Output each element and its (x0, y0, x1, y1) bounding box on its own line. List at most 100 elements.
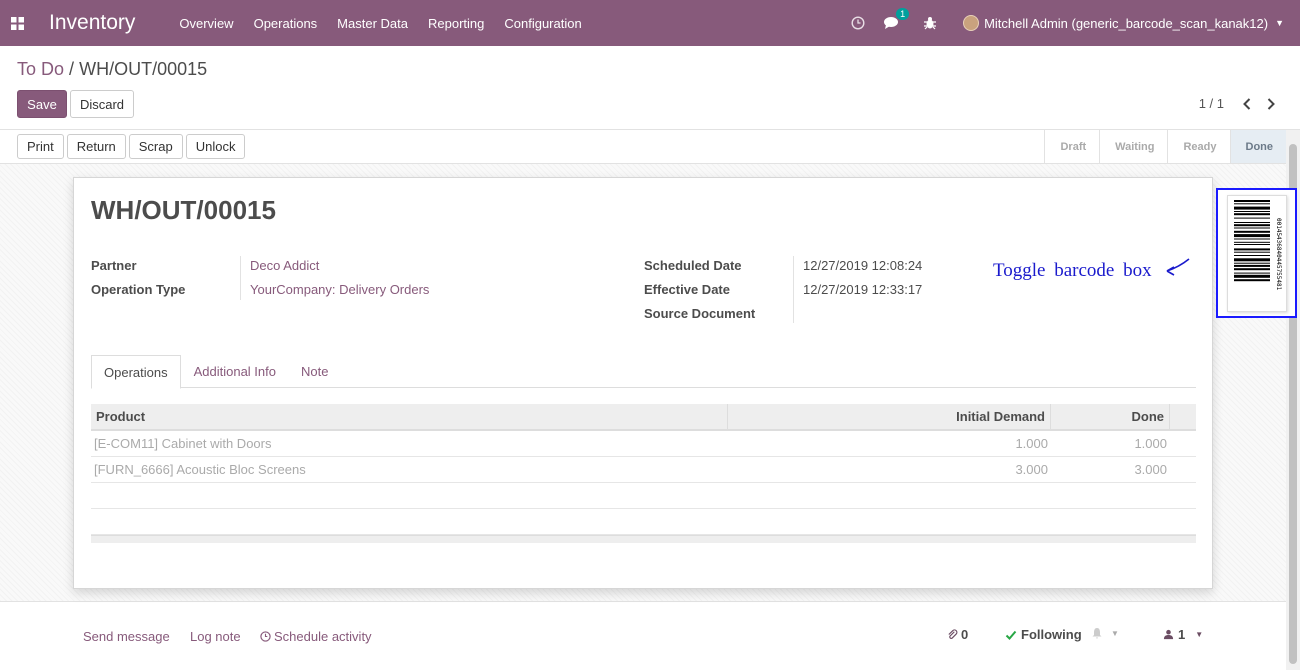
row-product: [E-COM11] Cabinet with Doors (94, 436, 272, 451)
form-sheet: WH/OUT/00015 Partner Deco Addict Operati… (73, 177, 1213, 589)
barcode-toggle-box[interactable]: 00145436840445755481 (1216, 188, 1297, 318)
barcode-bar (1234, 279, 1270, 282)
barcode-bar (1234, 230, 1270, 233)
send-message-button[interactable]: Send message (83, 629, 170, 644)
stage-pipeline: Draft Waiting Ready Done (1044, 130, 1286, 163)
row-demand: 3.000 (1015, 462, 1048, 477)
scheduled-date-value[interactable]: 12/27/2019 12:08:24 (803, 258, 922, 273)
caret-down-icon: ▼ (1195, 630, 1204, 639)
chatter: Send message Log note Schedule activity … (0, 603, 1286, 670)
arrow-icon (1166, 258, 1190, 276)
chevron-left-icon[interactable] (1242, 97, 1252, 110)
tab-note[interactable]: Note (289, 355, 340, 388)
control-panel: To Do / WH/OUT/00015 Save Discard 1 / 1 (0, 46, 1300, 130)
barcode-bar (1234, 274, 1270, 278)
operation-type-label: Operation Type (91, 282, 186, 297)
caret-down-icon: ▼ (1275, 18, 1284, 28)
barcode-bar (1234, 222, 1270, 223)
table-row[interactable]: [FURN_6666] Acoustic Bloc Screens 3.000 … (91, 457, 1196, 483)
barcode-bar (1234, 272, 1270, 274)
column-product[interactable]: Product (91, 404, 728, 429)
table-row[interactable]: [E-COM11] Cabinet with Doors 1.000 1.000 (91, 431, 1196, 457)
apps-menu-icon[interactable] (0, 0, 34, 46)
top-navbar: Inventory Overview Operations Master Dat… (0, 0, 1300, 46)
barcode-bar (1234, 248, 1270, 251)
attachments-count: 0 (961, 627, 969, 642)
barcode-digits: 00145436840445755481 (1275, 217, 1282, 291)
source-document-label: Source Document (644, 306, 756, 321)
column-done[interactable]: Done (1051, 404, 1170, 429)
user-name: Mitchell Admin (generic_barcode_scan_kan… (984, 15, 1269, 31)
menu-reporting[interactable]: Reporting (428, 16, 484, 31)
table-row-empty (91, 509, 1196, 535)
schedule-activity-button[interactable]: Schedule activity (260, 629, 372, 644)
table-footer (91, 535, 1196, 543)
row-product: [FURN_6666] Acoustic Bloc Screens (94, 462, 306, 477)
app-title[interactable]: Inventory (49, 11, 135, 35)
menu-operations[interactable]: Operations (254, 16, 318, 31)
column-initial-demand[interactable]: Initial Demand (728, 404, 1051, 429)
menu-configuration[interactable]: Configuration (504, 16, 581, 31)
breadcrumb-separator: / (69, 59, 75, 79)
barcode-bar (1234, 258, 1270, 262)
scrap-button[interactable]: Scrap (128, 134, 183, 159)
barcode-bar (1234, 255, 1270, 256)
unlock-button[interactable]: Unlock (185, 134, 246, 159)
breadcrumb-parent[interactable]: To Do (17, 59, 64, 79)
chevron-right-icon[interactable] (1266, 97, 1276, 110)
effective-date-value[interactable]: 12/27/2019 12:33:17 (803, 282, 922, 297)
field-divider (240, 256, 241, 300)
partner-value[interactable]: Deco Addict (250, 258, 319, 273)
menu-overview[interactable]: Overview (179, 16, 233, 31)
barcode-card[interactable]: 00145436840445755481 (1227, 195, 1287, 312)
table-header: Product Initial Demand Done (91, 404, 1196, 431)
check-icon (1005, 630, 1017, 640)
barcode-bar (1234, 217, 1270, 219)
barcode-bar (1234, 211, 1270, 212)
main-menu: Overview Operations Master Data Reportin… (179, 16, 601, 31)
return-button[interactable]: Return (66, 134, 126, 159)
breadcrumb: To Do / WH/OUT/00015 (17, 59, 207, 80)
bell-icon (1092, 628, 1102, 639)
partner-label: Partner (91, 258, 137, 273)
attachments-button[interactable]: 0 (947, 627, 968, 642)
action-buttons: Print Return Scrap Unlock (17, 134, 248, 159)
print-button[interactable]: Print (17, 134, 64, 159)
barcode-bar (1234, 264, 1270, 267)
user-menu[interactable]: Mitchell Admin (generic_barcode_scan_kan… (963, 15, 1284, 31)
breadcrumb-current: WH/OUT/00015 (79, 59, 208, 79)
barcode-bar (1234, 227, 1270, 229)
clock-icon[interactable] (851, 16, 865, 30)
barcode-bar (1234, 234, 1270, 238)
operation-type-value[interactable]: YourCompany: Delivery Orders (250, 282, 429, 297)
barcode-bar (1234, 251, 1270, 253)
barcode-bar (1234, 268, 1270, 271)
log-note-button[interactable]: Log note (190, 629, 241, 644)
tab-operations[interactable]: Operations (91, 355, 181, 389)
followers-button[interactable]: 1 ▼ (1163, 627, 1203, 642)
barcode-bar (1234, 206, 1270, 210)
barcode-bar (1234, 213, 1270, 216)
scheduled-date-label: Scheduled Date (644, 258, 742, 273)
menu-master-data[interactable]: Master Data (337, 16, 408, 31)
barcode-bar (1234, 244, 1270, 245)
field-divider (793, 256, 794, 323)
tab-additional-info[interactable]: Additional Info (182, 355, 288, 388)
notification-bell-button[interactable]: ▼ (1091, 627, 1119, 639)
messages-icon[interactable]: 1 (883, 8, 910, 30)
stage-ready: Ready (1168, 130, 1231, 163)
notebook-tabs: Operations Additional Info Note (91, 355, 1196, 389)
barcode-bar (1234, 224, 1270, 227)
table-row-empty (91, 483, 1196, 509)
form-statusbar: Print Return Scrap Unlock Draft Waiting … (0, 130, 1300, 164)
debug-bug-icon[interactable] (923, 16, 937, 30)
barcode-bar (1234, 241, 1270, 243)
barcode-bar (1234, 200, 1270, 202)
pager-value[interactable]: 1 / 1 (1199, 96, 1224, 111)
following-button[interactable]: Following (1005, 627, 1082, 642)
discard-button[interactable]: Discard (70, 90, 134, 118)
save-button[interactable]: Save (17, 90, 67, 118)
row-done: 1.000 (1134, 436, 1167, 451)
pager: 1 / 1 (1199, 96, 1276, 111)
barcode-bar (1234, 238, 1270, 240)
